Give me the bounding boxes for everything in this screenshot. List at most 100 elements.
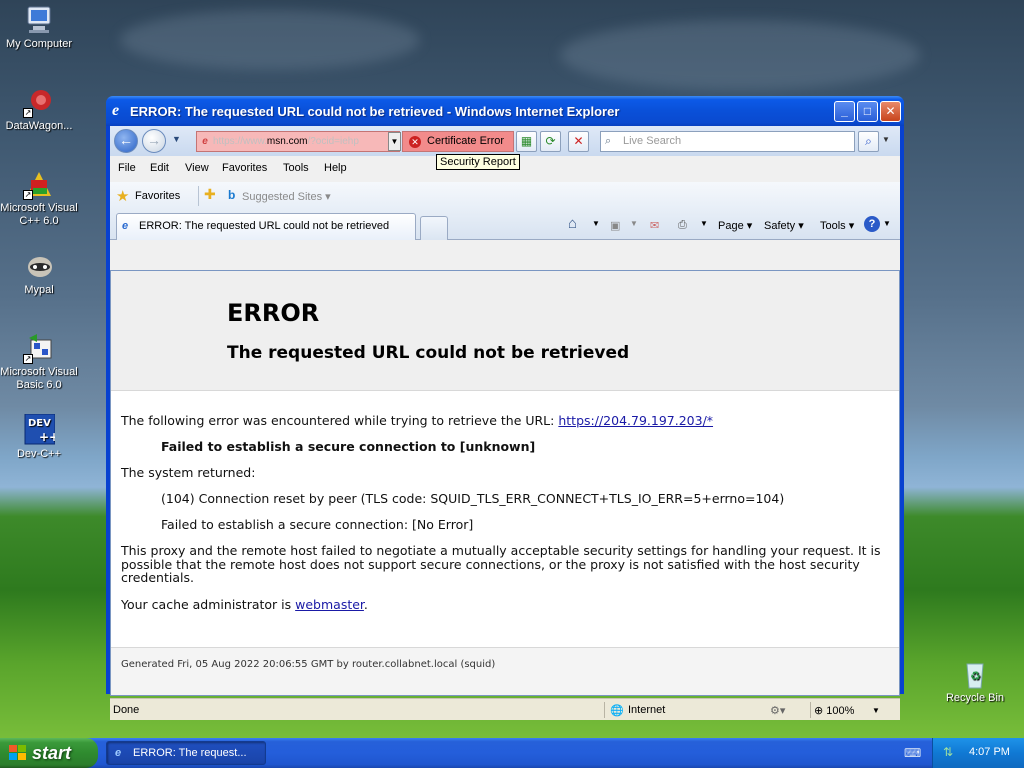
favorites-star-icon: ★ (116, 188, 130, 205)
menu-file[interactable]: File (118, 162, 136, 174)
tab-page-icon: e (122, 220, 129, 232)
dev-cpp-icon: DEV ++ (23, 413, 59, 446)
taskbar-item-ie[interactable]: e ERROR: The request... (106, 741, 266, 765)
desktop-icon-visual-basic[interactable]: ↗ Microsoft Visual Basic 6.0 (0, 332, 78, 392)
safety-menu-button[interactable]: Safety ▾ (764, 219, 804, 232)
admin-prefix: Your cache administrator is (121, 597, 292, 612)
forward-button[interactable]: → (142, 129, 166, 153)
desktop-icon-label: Mypal (24, 284, 54, 296)
mypal-icon (23, 250, 55, 282)
favorites-bar: ★ Favorites ✚ b Suggested Sites ▾ (110, 182, 900, 210)
tab-bar: e ERROR: The requested URL could not be … (110, 210, 900, 240)
window-titlebar[interactable]: e ERROR: The requested URL could not be … (106, 96, 904, 126)
recent-pages-dropdown-icon[interactable]: ▼ (172, 134, 181, 144)
keyboard-tray-icon[interactable]: ⌨ (904, 746, 921, 760)
internet-explorer-icon: e (112, 102, 120, 119)
svg-text:♻: ♻ (970, 669, 981, 683)
error-header: ERROR The requested URL could not be ret… (111, 271, 899, 391)
certificate-error-button[interactable]: ✕ Certificate Error (402, 131, 514, 152)
desktop-icon-datawagon[interactable]: ↗ DataWagon... (0, 86, 78, 133)
desktop-icon-label: Dev-C++ (16, 448, 62, 460)
recycle-bin-icon: ♻ (959, 658, 991, 690)
desktop-icon-my-computer[interactable]: My Computer (0, 4, 78, 51)
feeds-dropdown-icon[interactable]: ▼ (630, 219, 638, 228)
desktop-icon-label: Microsoft Visual Basic 6.0 (0, 366, 78, 391)
close-button[interactable]: ✕ (880, 101, 901, 122)
visual-cpp-icon: ↗ (23, 168, 55, 200)
address-bar[interactable]: e https://www.msn.com/?ocid=iehp (196, 131, 400, 152)
status-text: Done (113, 704, 140, 716)
toolbar-divider (198, 186, 199, 206)
search-options-dropdown-icon[interactable]: ▼ (882, 135, 890, 144)
new-tab-button[interactable] (420, 216, 448, 240)
svg-text:++: ++ (39, 430, 55, 444)
favorites-button[interactable]: Favorites (135, 190, 180, 202)
search-icon: ⌕ (605, 135, 612, 147)
home-icon[interactable]: ⌂ (568, 215, 577, 232)
security-report-tooltip: Security Report (436, 154, 520, 170)
desktop-icon-dev-cpp[interactable]: DEV ++ Dev-C++ (0, 413, 78, 461)
no-error-line: Failed to establish a secure connection:… (161, 517, 474, 532)
address-dropdown-button[interactable]: ▼ (388, 132, 401, 151)
help-icon[interactable]: ? (864, 216, 880, 232)
desktop-icon-label: Recycle Bin (945, 692, 1005, 704)
error-code-line: (104) Connection reset by peer (TLS code… (161, 491, 785, 506)
menu-view[interactable]: View (185, 162, 209, 174)
status-bar: Done 🌐 Internet ⚙▾ ⊕ 100% ▼ (110, 698, 900, 720)
safety-menu-label: Safety (764, 220, 796, 232)
system-tray: ⇅ 4:07 PM (932, 738, 1024, 768)
print-dropdown-icon[interactable]: ▼ (700, 219, 708, 228)
desktop-icon-label: DataWagon... (5, 120, 73, 132)
menu-edit[interactable]: Edit (150, 162, 169, 174)
search-button[interactable]: ⌕ (858, 131, 879, 152)
shortcut-arrow-icon: ↗ (23, 354, 33, 364)
desktop-icon-label: My Computer (5, 38, 73, 50)
footer-text: Generated Fri, 05 Aug 2022 20:06:55 GMT … (121, 659, 496, 670)
tools-menu-label: Tools (820, 220, 846, 232)
webmaster-link[interactable]: webmaster (295, 597, 364, 612)
feeds-icon[interactable]: ▣ (610, 219, 620, 232)
network-tray-icon[interactable]: ⇅ (943, 745, 953, 759)
add-to-favorites-bar-icon[interactable]: ✚ (204, 186, 216, 203)
zoom-dropdown-icon[interactable]: ▼ (872, 706, 880, 715)
shortcut-arrow-icon: ↗ (23, 190, 33, 200)
browser-window: e ERROR: The requested URL could not be … (106, 96, 904, 720)
error-x-icon: ✕ (409, 136, 421, 148)
maximize-button[interactable]: □ (857, 101, 878, 122)
page-title: ERROR (227, 299, 320, 327)
menu-tools[interactable]: Tools (283, 162, 309, 174)
visual-basic-icon: ↗ (23, 332, 55, 364)
stop-button[interactable]: ✕ (568, 131, 589, 152)
search-input[interactable]: ⌕ Live Search (600, 131, 855, 152)
desktop-icon-recycle-bin[interactable]: ♻ Recycle Bin (936, 658, 1014, 705)
print-icon[interactable]: ⎙ (678, 219, 687, 232)
minimize-button[interactable]: _ (834, 101, 855, 122)
help-dropdown-icon[interactable]: ▼ (883, 219, 891, 228)
desktop-icon-mypal[interactable]: Mypal (0, 250, 78, 297)
menu-favorites[interactable]: Favorites (222, 162, 267, 174)
page-menu-button[interactable]: Page ▾ (718, 219, 752, 232)
refresh-button[interactable]: ⟳ (540, 131, 561, 152)
system-returned-label: The system returned: (121, 465, 256, 480)
admin-suffix: . (363, 597, 368, 612)
suggested-sites-label: Suggested Sites (242, 191, 323, 203)
protected-mode-icon[interactable]: ⚙▾ (770, 704, 785, 717)
suggested-sites-button[interactable]: Suggested Sites ▾ (242, 190, 331, 203)
error-explanation: This proxy and the remote host failed to… (121, 543, 881, 585)
address-suffix: /?ocid=iehp (307, 136, 359, 147)
tools-menu-button[interactable]: Tools ▾ (820, 219, 854, 232)
start-button[interactable]: start (0, 738, 98, 768)
home-dropdown-icon[interactable]: ▼ (592, 219, 600, 228)
read-mail-icon[interactable]: ✉ (650, 219, 659, 232)
ie-task-icon: e (115, 747, 122, 759)
menu-help[interactable]: Help (324, 162, 347, 174)
datawagon-icon: ↗ (23, 86, 55, 118)
zoom-level: 100% (826, 705, 855, 717)
desktop-icon-visual-cpp[interactable]: ↗ Microsoft Visual C++ 6.0 (0, 168, 78, 228)
back-button[interactable]: ← (114, 129, 138, 153)
zoom-control[interactable]: ⊕ 100% (814, 704, 854, 717)
tab-error-page[interactable]: e ERROR: The requested URL could not be … (116, 213, 416, 240)
clock[interactable]: 4:07 PM (969, 746, 1010, 758)
compatibility-view-button[interactable]: ▦ (516, 131, 537, 152)
failed-url-link[interactable]: https://204.79.197.203/* (558, 413, 713, 428)
